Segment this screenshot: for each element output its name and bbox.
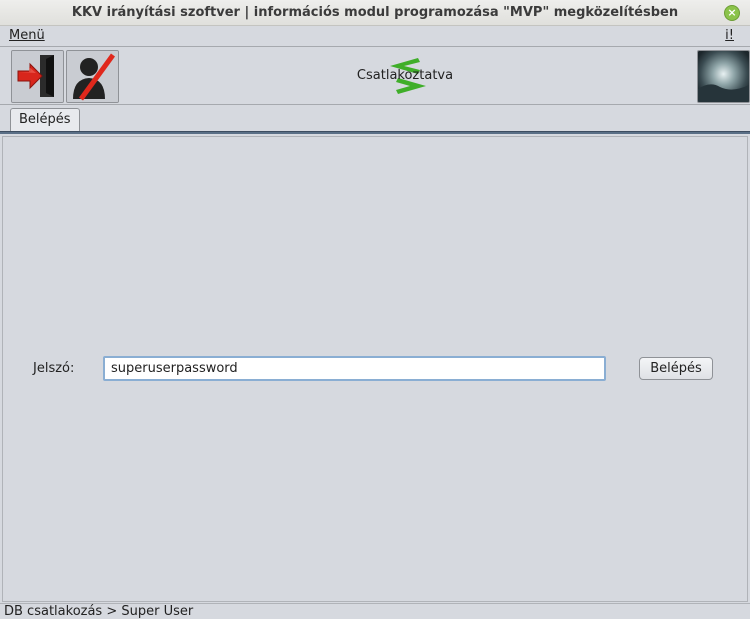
password-label: Jelszó: bbox=[33, 361, 75, 376]
tab-login[interactable]: Belépés bbox=[10, 108, 80, 132]
statusbar-text: DB csatlakozás > Super User bbox=[4, 604, 194, 619]
info-image-button[interactable] bbox=[697, 50, 750, 103]
close-icon[interactable]: × bbox=[724, 5, 740, 21]
password-field[interactable] bbox=[103, 356, 606, 381]
tab-underline bbox=[0, 131, 750, 134]
menu-info[interactable]: i! bbox=[725, 28, 734, 43]
menu-main[interactable]: Menü bbox=[9, 28, 45, 43]
login-button[interactable]: Belépés bbox=[639, 357, 713, 380]
toolbar: Csatlakoztatva bbox=[0, 47, 750, 105]
logout-button-toolbar[interactable] bbox=[66, 50, 119, 103]
login-door-icon bbox=[12, 51, 63, 102]
user-disabled-icon bbox=[67, 51, 118, 102]
window-titlebar: KKV irányítási szoftver | információs mo… bbox=[0, 0, 750, 26]
window-title: KKV irányítási szoftver | információs mo… bbox=[71, 5, 679, 20]
tab-strip: Belépés bbox=[0, 105, 750, 132]
menubar: Menü i! bbox=[0, 26, 750, 47]
connection-status: Csatlakoztatva bbox=[350, 52, 460, 100]
storm-image-icon bbox=[698, 51, 749, 102]
login-button-toolbar[interactable] bbox=[11, 50, 64, 103]
connection-status-label: Csatlakoztatva bbox=[356, 68, 454, 83]
statusbar: DB csatlakozás > Super User bbox=[0, 603, 750, 619]
